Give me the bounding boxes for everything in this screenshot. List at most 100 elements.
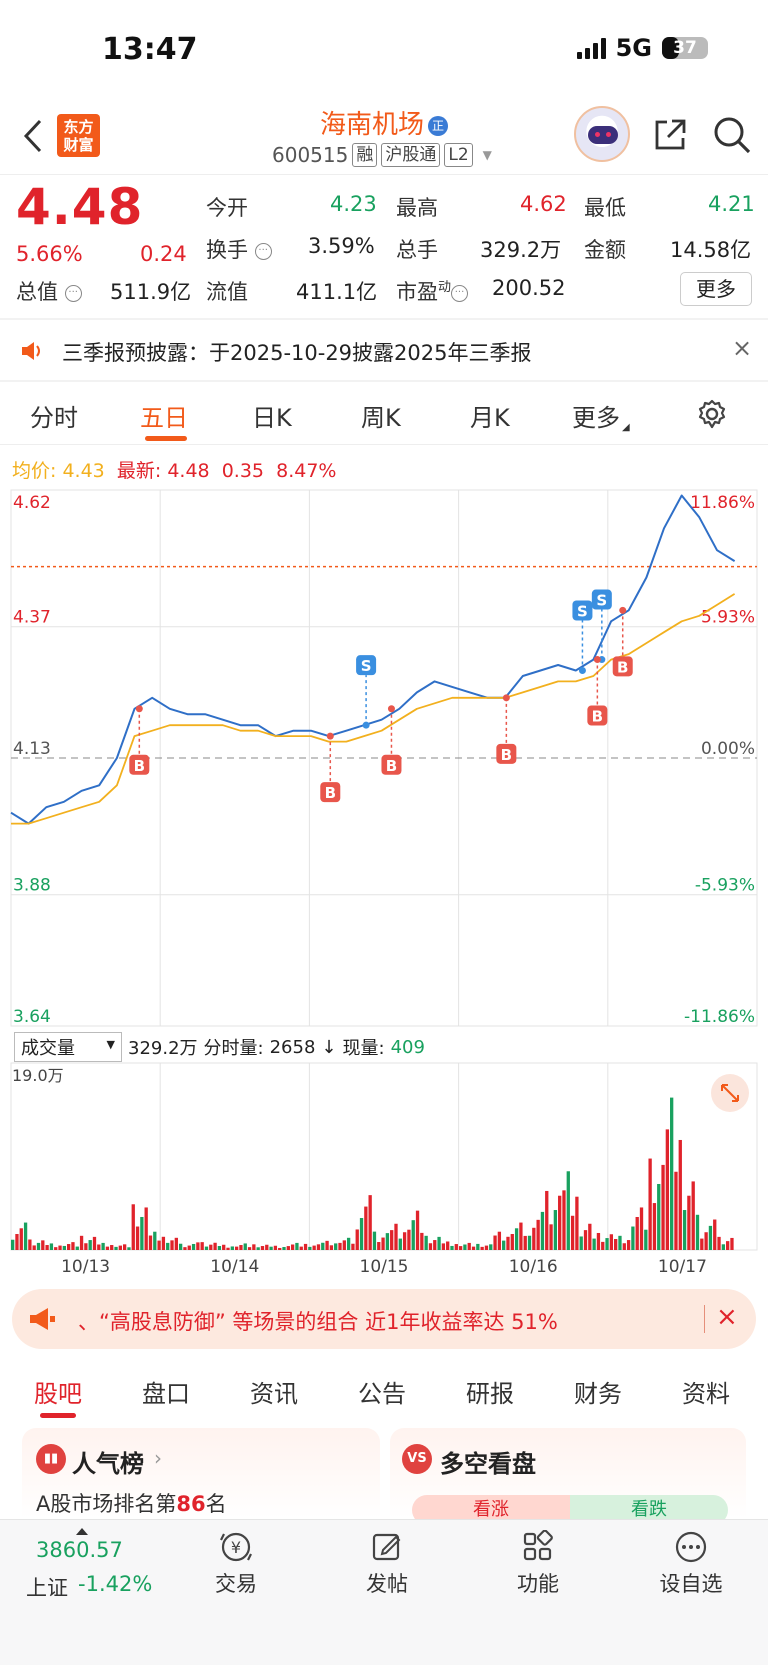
notice-close-icon[interactable]: × [732,334,752,362]
tab-research[interactable]: 研报 [466,1374,514,1409]
more-quote-button[interactable]: 更多 [680,272,752,306]
y-tick-pct-label: 11.86% [690,493,755,513]
tab-intraday[interactable]: 分时 [30,398,78,433]
volume-bar [273,1245,278,1250]
volume-bar [359,1218,364,1250]
volume-bar [644,1229,648,1250]
tab-announcements[interactable]: 公告 [358,1374,406,1409]
volume-bar [217,1246,222,1250]
tab-pankou[interactable]: 盘口 [142,1374,190,1409]
volume-bar [355,1229,359,1250]
nav-trade[interactable]: ¥ 交易 [181,1530,291,1598]
turnover-value: 3.59% [308,234,375,258]
latest-change: 0.35 [221,460,265,482]
volume-bar [626,1240,631,1250]
vs-icon: VS [402,1444,432,1474]
volume-bar [575,1196,579,1250]
now-volume: 409 [390,1036,425,1058]
volume-bar [480,1246,484,1250]
volume-bar [519,1222,523,1250]
volume-bar [670,1097,674,1250]
pe-value: 200.52 [492,276,566,300]
popularity-title: 人气榜 [72,1450,144,1478]
volume-bar [312,1245,316,1250]
volume-plot-frame [10,1062,758,1251]
five-day-chart[interactable]: 4.62 11.86%4.37 5.93%4.13 0.00%3.88 -5.93%3.… [0,488,768,1278]
volume-bar [502,1240,506,1250]
tab-monthly-k[interactable]: 月K [470,398,510,433]
volume-bar [691,1181,695,1250]
volume-bar [174,1237,178,1250]
tab-finance[interactable]: 财务 [574,1374,622,1409]
minute-volume: 2658 [269,1036,316,1058]
volume-bar [135,1226,140,1250]
volume-bar [377,1242,381,1250]
volume-bar [510,1234,514,1250]
market-cap-label[interactable]: 总值 ··· [16,276,82,306]
search-icon[interactable] [712,115,752,155]
high-label: 最高 [396,196,438,220]
share-icon[interactable] [652,117,688,153]
promo-close-icon[interactable]: × [716,1302,738,1332]
trade-marker-dot [502,694,510,702]
grid-icon [523,1530,553,1561]
volume-bar [278,1247,282,1250]
volume-bar [178,1243,183,1250]
y-tick-pct-label: -5.93% [695,876,755,896]
sell-marker-label: S [361,657,372,675]
volume-bar [15,1234,19,1250]
tab-guba[interactable]: 股吧 [34,1374,82,1409]
ai-assistant-avatar[interactable] [574,106,630,162]
nav-functions[interactable]: 功能 [483,1530,593,1598]
volume-bar [342,1240,346,1250]
y-tick-label: 4.62 [13,493,51,513]
notice-text[interactable]: 三季报预披露：于2025-10-29披露2025年三季报 [62,337,531,367]
minute-volume-label: 分时量: [203,1038,264,1059]
volume-bar [536,1219,540,1250]
buy-marker-label: B [501,746,512,764]
nav-watchlist[interactable]: 设自选 [636,1530,746,1598]
rank-prefix: A股市场排名第 [36,1492,177,1516]
tab-five-day[interactable]: 五日 [140,398,188,433]
tab-weekly-k[interactable]: 周K [361,398,401,433]
tag-connect: 沪股通 [381,143,441,167]
index-value[interactable]: 3860.57 [36,1538,123,1562]
trade-marker-dot [362,721,370,729]
pe-label[interactable]: 市盈动 ··· [396,276,469,306]
promo-separator [704,1305,705,1333]
volume-bar [368,1195,372,1250]
expand-up-icon[interactable] [76,1528,88,1535]
market-cap-label-text: 总值 [16,280,58,304]
stock-code-row[interactable]: 600515 融 沪股通 L2 ▼ [272,143,492,167]
trade-marker-dot [593,656,601,664]
volume-bar [471,1246,476,1250]
volume-bar [153,1231,157,1250]
volume-bar [665,1129,670,1250]
index-change[interactable]: -1.42% [78,1572,152,1596]
volume-bar [527,1235,532,1250]
nav-post[interactable]: 发帖 [332,1530,442,1598]
volume-bar [105,1246,110,1250]
tab-profile[interactable]: 资料 [682,1374,730,1409]
volume-bar [726,1241,730,1250]
volume-bar [45,1245,49,1250]
gear-icon[interactable] [696,398,728,430]
volume-bar [532,1227,536,1250]
volume-indicator-select[interactable]: 成交量 ▼ [14,1032,122,1062]
chevron-right-icon: › [154,1446,162,1470]
tab-more[interactable]: 更多 ◢ [572,398,630,433]
buy-marker-label: B [592,708,603,726]
volume-bar [385,1233,390,1250]
info-icon: ··· [254,243,272,260]
turnover-label[interactable]: 换手 ··· [206,234,272,264]
volume-bar [19,1228,23,1250]
volume-bar [157,1240,161,1250]
volume-bar [161,1236,166,1250]
promo-text[interactable]: 、“高股息防御” 等场景的组合 近1年收益率达 51% [78,1306,558,1336]
nav-post-label: 发帖 [366,1572,408,1596]
nav-watchlist-label: 设自选 [659,1572,723,1596]
index-name[interactable]: 上证 [26,1572,68,1602]
tab-daily-k[interactable]: 日K [252,398,292,433]
volume-bar [609,1234,614,1250]
tab-news[interactable]: 资讯 [250,1374,298,1409]
